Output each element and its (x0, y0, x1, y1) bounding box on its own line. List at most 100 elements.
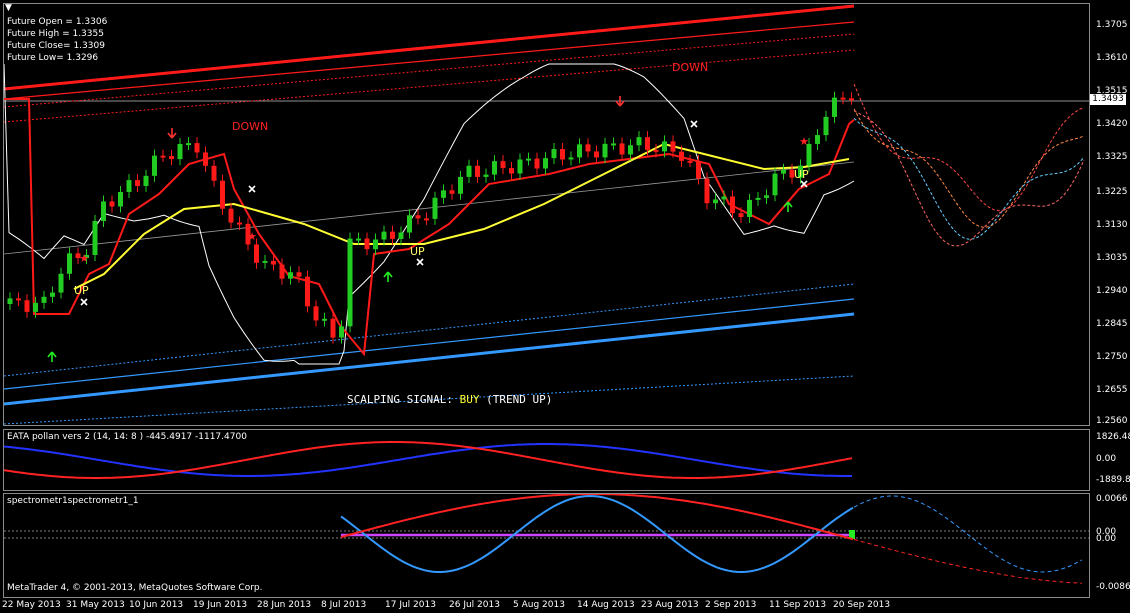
candle-body (781, 169, 786, 174)
candle-body (152, 155, 157, 176)
date-tick: 8 Jul 2013 (321, 600, 367, 610)
price-tick: 1.3420 (1096, 119, 1128, 129)
x-marker-icon (248, 185, 256, 193)
candle-body (177, 143, 183, 160)
candle-body (24, 300, 30, 312)
price-tick: 1.2845 (1096, 319, 1128, 329)
current-price-marker: 1.3493 (1090, 94, 1126, 105)
panel-menu-icon[interactable]: ▼ (5, 4, 12, 14)
upper-band-line (4, 33, 855, 108)
future-close-label: Future Close= 1.3309 (7, 41, 105, 51)
up-arrow-icon (783, 201, 793, 212)
eata-indicator-panel[interactable]: EATA pollan vers 2 (14, 14: 8 ) -445.491… (3, 429, 1090, 491)
up-annotation: UP (794, 168, 809, 181)
scalping-signal-prefix: SCALPING SIGNAL: (347, 393, 460, 406)
date-tick: 20 Sep 2013 (833, 600, 891, 610)
spectrometer-tick: -0.0086 (1096, 582, 1130, 592)
x-marker-icon (80, 298, 88, 306)
copyright-text: MetaTrader 4, © 2001-2013, MetaQuotes So… (7, 583, 263, 593)
candle-body (747, 199, 752, 217)
candle-body (262, 260, 268, 263)
candle-body (840, 97, 846, 100)
candle-body (305, 276, 310, 307)
forecast-line (853, 83, 1085, 212)
date-tick: 26 Jul 2013 (449, 600, 500, 610)
x-marker-icon (416, 258, 424, 266)
candle-body (398, 232, 404, 239)
price-tick: 1.3325 (1096, 152, 1128, 162)
star-marker-icon: ★ (799, 135, 809, 148)
candle-body (364, 238, 370, 250)
candle-body (628, 145, 633, 155)
candle-body (823, 116, 829, 136)
candle-body (534, 158, 540, 169)
regression-line (4, 161, 855, 255)
upper-band-line (4, 4, 855, 91)
candle-body (619, 143, 625, 155)
down-annotation: DOWN (672, 61, 709, 74)
candle-body (543, 158, 548, 169)
spectrometer-indicator-panel[interactable]: spectrometr1spectrometr1_1 MetaTrader 4,… (3, 493, 1090, 598)
eata-red-line (4, 441, 853, 479)
candle-body (126, 180, 132, 192)
candle-body (390, 231, 395, 239)
candle-body (356, 238, 361, 241)
date-tick: 5 Aug 2013 (513, 600, 565, 610)
spectrometer-blue-forecast (853, 495, 1083, 573)
main-chart-panel[interactable]: ★ ★ ★ ▼ Future Open = 1.3306 Future High =… (3, 3, 1090, 426)
candle-body (203, 152, 208, 166)
candle-body (764, 195, 769, 198)
candle-body (186, 143, 191, 146)
spectrometer-indicator-title: spectrometr1spectrometr1_1 (7, 496, 139, 506)
price-tick: 1.2655 (1096, 385, 1128, 395)
candle-body (16, 298, 21, 301)
star-marker-icon: ★ (79, 252, 89, 265)
candle-body (407, 215, 412, 233)
candle-body (7, 298, 13, 304)
price-tick: 1.2940 (1096, 286, 1128, 296)
eata-blue-line (4, 443, 852, 477)
candle-body (458, 176, 463, 194)
candle-body (755, 197, 761, 200)
candle-body (271, 260, 276, 265)
date-tick: 31 May 2013 (66, 600, 125, 610)
date-tick: 23 Aug 2013 (641, 600, 699, 610)
forecast-line (853, 110, 1085, 247)
date-tick: 28 Jun 2013 (257, 600, 312, 610)
candle-body (135, 180, 140, 186)
candle-body (679, 151, 684, 161)
eata-tick: 0.00 (1096, 454, 1117, 464)
candle-body (560, 149, 565, 160)
candle-body (483, 174, 489, 177)
down-annotation: DOWN (232, 120, 269, 133)
candle-body (58, 273, 64, 293)
candle-body (118, 191, 123, 207)
candle-body (143, 175, 149, 186)
candle-body (526, 158, 531, 161)
lower-band-line (4, 283, 855, 377)
price-tick: 1.2750 (1096, 352, 1128, 362)
spectrometer-indicator-canvas (4, 494, 1089, 584)
candle-body (738, 213, 744, 217)
candle-body (432, 197, 438, 219)
candle-body (237, 222, 242, 225)
candle-body (551, 149, 557, 159)
candle-body (713, 199, 718, 204)
lower-band-line (4, 312, 855, 406)
price-tick: 1.3225 (1096, 187, 1128, 197)
candle-body (381, 231, 387, 240)
star-marker-icon: ★ (247, 230, 257, 243)
spectrometer-tick: 0.0066 (1096, 494, 1128, 504)
candle-body (160, 155, 166, 158)
spectrometer-red-line (340, 494, 854, 541)
candle-body (415, 215, 421, 219)
candle-body (849, 98, 854, 101)
candle-body (92, 220, 98, 255)
up-arrow-icon (383, 271, 393, 282)
candle-body (517, 159, 523, 174)
candle-body (670, 141, 676, 152)
candle-body (662, 141, 667, 152)
candle-body (704, 178, 710, 204)
lower-band-line (4, 298, 855, 390)
candle-body (169, 155, 174, 160)
